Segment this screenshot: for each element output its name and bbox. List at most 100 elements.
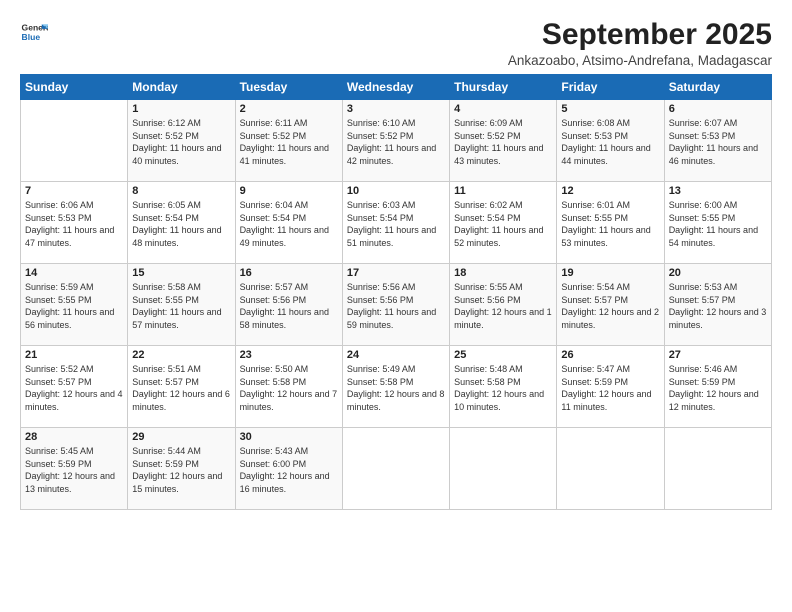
day-info: Sunrise: 5:57 AMSunset: 5:56 PMDaylight:… xyxy=(240,281,338,331)
calendar-cell: 24 Sunrise: 5:49 AMSunset: 5:58 PMDayligh… xyxy=(342,346,449,428)
day-number: 2 xyxy=(240,103,338,115)
day-info: Sunrise: 5:49 AMSunset: 5:58 PMDaylight:… xyxy=(347,363,445,413)
day-number: 4 xyxy=(454,103,552,115)
day-number: 26 xyxy=(561,349,659,361)
day-info: Sunrise: 6:00 AMSunset: 5:55 PMDaylight:… xyxy=(669,199,767,249)
day-info: Sunrise: 6:03 AMSunset: 5:54 PMDaylight:… xyxy=(347,199,445,249)
logo: General Blue xyxy=(20,18,48,46)
calendar-cell: 28 Sunrise: 5:45 AMSunset: 5:59 PMDayligh… xyxy=(21,428,128,510)
calendar-cell: 3 Sunrise: 6:10 AMSunset: 5:52 PMDaylight… xyxy=(342,100,449,182)
calendar-cell: 6Sunrise: 6:07 AMSunset: 5:53 PMDaylight… xyxy=(664,100,771,182)
calendar-page: General Blue September 2025 Ankazoabo, A… xyxy=(0,0,792,612)
calendar-cell: 16Sunrise: 5:57 AMSunset: 5:56 PMDayligh… xyxy=(235,264,342,346)
calendar-cell: 8Sunrise: 6:05 AMSunset: 5:54 PMDaylight… xyxy=(128,182,235,264)
day-number: 30 xyxy=(240,431,338,443)
calendar-cell: 20 Sunrise: 5:53 AMSunset: 5:57 PMDayligh… xyxy=(664,264,771,346)
day-number: 5 xyxy=(561,103,659,115)
day-info: Sunrise: 6:11 AMSunset: 5:52 PMDaylight:… xyxy=(240,117,338,167)
calendar-cell: 1 Sunrise: 6:12 AMSunset: 5:52 PMDaylight… xyxy=(128,100,235,182)
calendar-cell: 22 Sunrise: 5:51 AMSunset: 5:57 PMDayligh… xyxy=(128,346,235,428)
day-number: 24 xyxy=(347,349,445,361)
header-monday: Monday xyxy=(128,75,235,100)
day-number: 29 xyxy=(132,431,230,443)
calendar-cell: 9Sunrise: 6:04 AMSunset: 5:54 PMDaylight… xyxy=(235,182,342,264)
day-number: 1 xyxy=(132,103,230,115)
day-number: 23 xyxy=(240,349,338,361)
header-saturday: Saturday xyxy=(664,75,771,100)
day-number: 12 xyxy=(561,185,659,197)
calendar-cell: 7 Sunrise: 6:06 AMSunset: 5:53 PMDaylight… xyxy=(21,182,128,264)
calendar-body: 1 Sunrise: 6:12 AMSunset: 5:52 PMDaylight… xyxy=(21,100,772,510)
day-number: 21 xyxy=(25,349,123,361)
calendar-cell: 4Sunrise: 6:09 AMSunset: 5:52 PMDaylight… xyxy=(450,100,557,182)
calendar-cell: 18 Sunrise: 5:55 AMSunset: 5:56 PMDayligh… xyxy=(450,264,557,346)
header-row: Sunday Monday Tuesday Wednesday Thursday… xyxy=(21,75,772,100)
calendar-cell xyxy=(21,100,128,182)
day-info: Sunrise: 6:01 AMSunset: 5:55 PMDaylight:… xyxy=(561,199,659,249)
day-number: 27 xyxy=(669,349,767,361)
calendar-title: September 2025 xyxy=(508,18,772,51)
day-number: 3 xyxy=(347,103,445,115)
calendar-cell: 23Sunrise: 5:50 AMSunset: 5:58 PMDayligh… xyxy=(235,346,342,428)
day-info: Sunrise: 5:55 AMSunset: 5:56 PMDaylight:… xyxy=(454,281,552,331)
day-number: 25 xyxy=(454,349,552,361)
calendar-week-4: 21Sunrise: 5:52 AMSunset: 5:57 PMDayligh… xyxy=(21,346,772,428)
header-sunday: Sunday xyxy=(21,75,128,100)
calendar-cell: 13Sunrise: 6:00 AMSunset: 5:55 PMDayligh… xyxy=(664,182,771,264)
day-number: 17 xyxy=(347,267,445,279)
page-header: General Blue September 2025 Ankazoabo, A… xyxy=(20,18,772,68)
calendar-cell: 29Sunrise: 5:44 AMSunset: 5:59 PMDayligh… xyxy=(128,428,235,510)
day-info: Sunrise: 5:59 AMSunset: 5:55 PMDaylight:… xyxy=(25,281,123,331)
header-friday: Friday xyxy=(557,75,664,100)
calendar-cell: 12 Sunrise: 6:01 AMSunset: 5:55 PMDayligh… xyxy=(557,182,664,264)
day-info: Sunrise: 5:47 AMSunset: 5:59 PMDaylight:… xyxy=(561,363,659,413)
calendar-cell: 27Sunrise: 5:46 AMSunset: 5:59 PMDayligh… xyxy=(664,346,771,428)
calendar-cell xyxy=(557,428,664,510)
calendar-cell: 15 Sunrise: 5:58 AMSunset: 5:55 PMDayligh… xyxy=(128,264,235,346)
day-number: 7 xyxy=(25,185,123,197)
calendar-subtitle: Ankazoabo, Atsimo-Andrefana, Madagascar xyxy=(508,53,772,68)
day-info: Sunrise: 5:48 AMSunset: 5:58 PMDaylight:… xyxy=(454,363,552,413)
calendar-cell: 26 Sunrise: 5:47 AMSunset: 5:59 PMDayligh… xyxy=(557,346,664,428)
day-number: 15 xyxy=(132,267,230,279)
day-info: Sunrise: 5:58 AMSunset: 5:55 PMDaylight:… xyxy=(132,281,230,331)
calendar-cell: 25 Sunrise: 5:48 AMSunset: 5:58 PMDayligh… xyxy=(450,346,557,428)
day-info: Sunrise: 6:12 AMSunset: 5:52 PMDaylight:… xyxy=(132,117,230,167)
day-number: 11 xyxy=(454,185,552,197)
day-info: Sunrise: 6:06 AMSunset: 5:53 PMDaylight:… xyxy=(25,199,123,249)
day-info: Sunrise: 5:43 AMSunset: 6:00 PMDaylight:… xyxy=(240,445,338,495)
day-info: Sunrise: 5:45 AMSunset: 5:59 PMDaylight:… xyxy=(25,445,123,495)
day-info: Sunrise: 6:08 AMSunset: 5:53 PMDaylight:… xyxy=(561,117,659,167)
logo-icon: General Blue xyxy=(20,18,48,46)
calendar-week-1: 1 Sunrise: 6:12 AMSunset: 5:52 PMDaylight… xyxy=(21,100,772,182)
header-thursday: Thursday xyxy=(450,75,557,100)
calendar-cell: 19 Sunrise: 5:54 AMSunset: 5:57 PMDayligh… xyxy=(557,264,664,346)
day-info: Sunrise: 5:53 AMSunset: 5:57 PMDaylight:… xyxy=(669,281,767,331)
day-number: 19 xyxy=(561,267,659,279)
calendar-cell xyxy=(450,428,557,510)
calendar-header: Sunday Monday Tuesday Wednesday Thursday… xyxy=(21,75,772,100)
day-number: 6 xyxy=(669,103,767,115)
day-number: 28 xyxy=(25,431,123,443)
svg-text:Blue: Blue xyxy=(22,32,41,42)
day-info: Sunrise: 6:10 AMSunset: 5:52 PMDaylight:… xyxy=(347,117,445,167)
calendar-table: Sunday Monday Tuesday Wednesday Thursday… xyxy=(20,74,772,510)
day-info: Sunrise: 6:02 AMSunset: 5:54 PMDaylight:… xyxy=(454,199,552,249)
calendar-cell xyxy=(342,428,449,510)
calendar-week-3: 14Sunrise: 5:59 AMSunset: 5:55 PMDayligh… xyxy=(21,264,772,346)
calendar-cell xyxy=(664,428,771,510)
calendar-cell: 17Sunrise: 5:56 AMSunset: 5:56 PMDayligh… xyxy=(342,264,449,346)
title-block: September 2025 Ankazoabo, Atsimo-Andrefa… xyxy=(508,18,772,68)
day-info: Sunrise: 5:54 AMSunset: 5:57 PMDaylight:… xyxy=(561,281,659,331)
day-number: 18 xyxy=(454,267,552,279)
day-number: 22 xyxy=(132,349,230,361)
day-info: Sunrise: 5:51 AMSunset: 5:57 PMDaylight:… xyxy=(132,363,230,413)
day-number: 10 xyxy=(347,185,445,197)
calendar-cell: 30 Sunrise: 5:43 AMSunset: 6:00 PMDayligh… xyxy=(235,428,342,510)
day-number: 20 xyxy=(669,267,767,279)
header-wednesday: Wednesday xyxy=(342,75,449,100)
calendar-cell: 11 Sunrise: 6:02 AMSunset: 5:54 PMDayligh… xyxy=(450,182,557,264)
calendar-cell: 14Sunrise: 5:59 AMSunset: 5:55 PMDayligh… xyxy=(21,264,128,346)
calendar-cell: 21Sunrise: 5:52 AMSunset: 5:57 PMDayligh… xyxy=(21,346,128,428)
calendar-week-5: 28 Sunrise: 5:45 AMSunset: 5:59 PMDayligh… xyxy=(21,428,772,510)
